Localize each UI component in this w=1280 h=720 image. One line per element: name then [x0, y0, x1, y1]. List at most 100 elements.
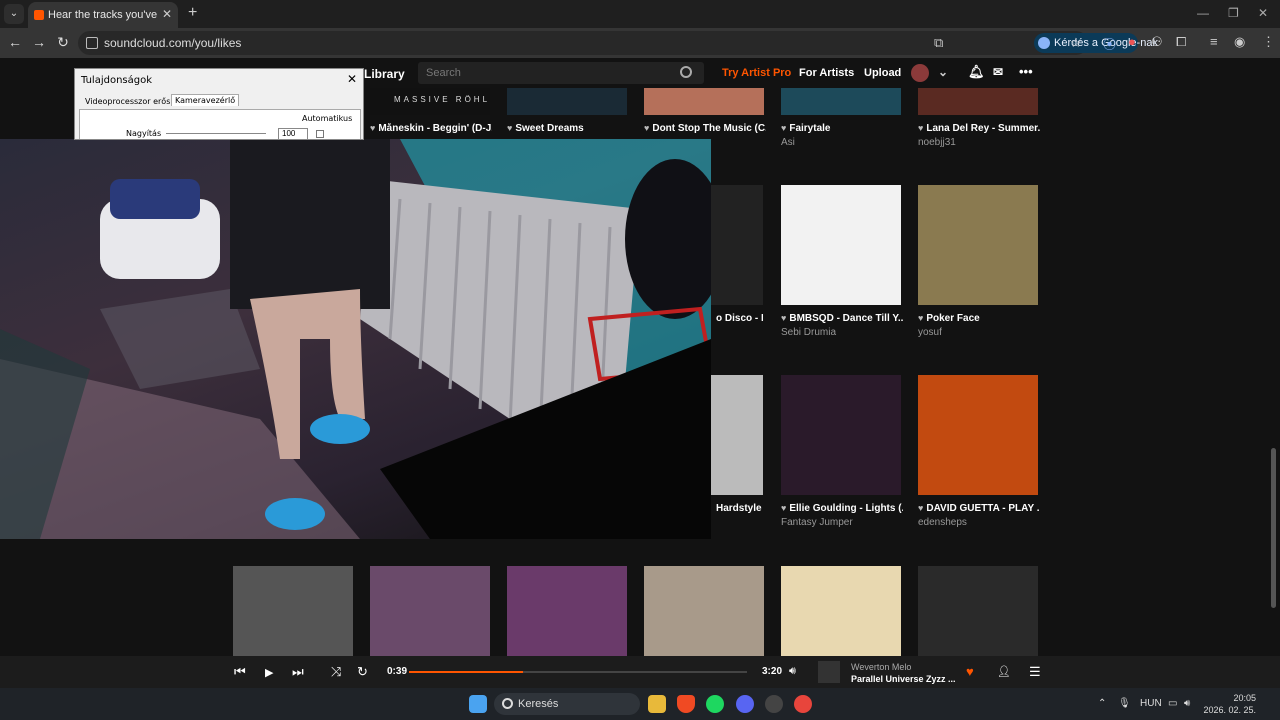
- track-title[interactable]: ♥ BMBSQD - Dance Till Y...: [781, 313, 903, 324]
- heart-icon[interactable]: ♥: [781, 123, 786, 133]
- follow-user-icon[interactable]: 👤︎: [997, 665, 1011, 678]
- microphone-icon[interactable]: 🎙︎: [1118, 698, 1131, 709]
- extension-icon[interactable]: ●: [1128, 34, 1136, 49]
- player-artist[interactable]: Weverton Melo: [851, 662, 911, 672]
- track-artist[interactable]: Fantasy Jumper: [781, 517, 853, 528]
- track-title[interactable]: ♥ Poker Face: [918, 313, 1040, 324]
- track-artwork[interactable]: [918, 88, 1038, 115]
- next-icon[interactable]: ⏭: [292, 664, 304, 680]
- track-artwork[interactable]: [233, 566, 353, 656]
- track-title[interactable]: Hardstyle: [713, 503, 763, 514]
- track-title[interactable]: ♥ Måneskin - Beggin' (D-J...: [370, 123, 492, 134]
- search-icon[interactable]: [680, 66, 692, 78]
- obs-icon[interactable]: [765, 695, 783, 713]
- track-artwork[interactable]: [711, 185, 763, 305]
- track-title[interactable]: ♥ DAVID GUETTA - PLAY ...: [918, 503, 1040, 514]
- heart-icon[interactable]: ♥: [918, 123, 923, 133]
- like-heart-icon[interactable]: ♥: [966, 664, 974, 679]
- track-title[interactable]: ♥ Ellie Goulding - Lights (...: [781, 503, 903, 514]
- track-artwork[interactable]: [781, 185, 901, 305]
- track-artwork[interactable]: [918, 566, 1038, 656]
- browser-tab[interactable]: Hear the tracks you've liked: on ✕: [28, 2, 178, 28]
- nav-library[interactable]: Library: [364, 67, 405, 81]
- track-artist[interactable]: edensheps: [918, 517, 967, 528]
- track-title[interactable]: ♥ Fairytale: [781, 123, 903, 134]
- shuffle-icon[interactable]: ⤨: [331, 664, 341, 680]
- track-artwork[interactable]: [507, 566, 627, 656]
- search-input[interactable]: [418, 62, 704, 84]
- for-artists-link[interactable]: For Artists: [799, 67, 854, 79]
- avatar[interactable]: [911, 64, 929, 82]
- tab-search-icon[interactable]: ⌄: [4, 4, 24, 24]
- notifications-bell-icon[interactable]: 🔔︎: [968, 64, 985, 80]
- url-text[interactable]: soundcloud.com/you/likes: [104, 36, 241, 50]
- close-icon[interactable]: ✕: [162, 7, 172, 21]
- zoom-slider[interactable]: [166, 133, 266, 134]
- queue-icon[interactable]: ☰: [1029, 664, 1041, 680]
- upload-link[interactable]: Upload: [864, 67, 901, 79]
- reload-icon[interactable]: ↻: [54, 34, 72, 51]
- track-title[interactable]: ♥ Dont Stop The Music (C...: [644, 123, 766, 134]
- track-artwork[interactable]: [644, 566, 764, 656]
- track-artwork[interactable]: [507, 88, 627, 115]
- try-artist-pro-link[interactable]: Try Artist Pro: [722, 67, 791, 79]
- repeat-icon[interactable]: ↻: [357, 664, 368, 680]
- install-app-icon[interactable]: ⧉: [934, 35, 943, 51]
- windows-start-icon[interactable]: [469, 695, 487, 713]
- profile-icon[interactable]: ◉: [1234, 34, 1245, 50]
- track-artist[interactable]: yosuf: [918, 327, 942, 338]
- heart-icon[interactable]: ♥: [370, 123, 375, 133]
- new-tab-icon[interactable]: +: [188, 4, 197, 22]
- track-artwork[interactable]: [370, 566, 490, 656]
- player-track[interactable]: Parallel Universe Zyzz ...: [851, 674, 956, 684]
- heart-icon[interactable]: ♥: [918, 313, 923, 323]
- extensions-puzzle-icon[interactable]: ⧠: [1176, 34, 1186, 50]
- heart-icon[interactable]: ♥: [918, 503, 923, 513]
- track-artwork[interactable]: [781, 88, 901, 115]
- heart-icon[interactable]: ♥: [781, 503, 786, 513]
- track-artwork[interactable]: [711, 375, 763, 495]
- extension-icon[interactable]: ⦿: [1103, 34, 1116, 53]
- clock[interactable]: 20:05 2026. 02. 25.: [1200, 692, 1256, 716]
- messages-mail-icon[interactable]: ✉: [993, 65, 1003, 79]
- ask-google-button[interactable]: Kérdés a Google-nak: [1034, 33, 1158, 53]
- spotify-icon[interactable]: [706, 695, 724, 713]
- site-info-icon[interactable]: [86, 37, 98, 49]
- track-artwork[interactable]: [818, 661, 840, 683]
- window-close-icon[interactable]: ✕: [1258, 6, 1268, 20]
- tab-camera-control[interactable]: Kameravezérlő: [171, 94, 240, 106]
- forward-icon[interactable]: →: [30, 34, 48, 50]
- track-artist[interactable]: noebjj31: [918, 137, 956, 148]
- scrollbar[interactable]: [1270, 88, 1278, 656]
- minimize-icon[interactable]: —: [1197, 6, 1209, 20]
- tray-chevron-icon[interactable]: ⌃: [1098, 698, 1106, 709]
- omnibox[interactable]: soundcloud.com/you/likes ⧉ Kérdés a Goog…: [78, 31, 1158, 55]
- auto-checkbox[interactable]: [316, 130, 324, 138]
- maximize-icon[interactable]: ❐: [1228, 6, 1239, 20]
- track-artwork[interactable]: [781, 375, 901, 495]
- heart-icon[interactable]: ♥: [507, 123, 512, 133]
- progress-bar[interactable]: [409, 671, 747, 673]
- taskbar-search[interactable]: Keresés: [494, 693, 640, 715]
- menu-dots-icon[interactable]: ⋮: [1262, 34, 1275, 50]
- discord-icon[interactable]: [736, 695, 754, 713]
- language-indicator[interactable]: HUN: [1140, 698, 1162, 709]
- previous-icon[interactable]: ⏮: [234, 664, 246, 680]
- file-explorer-icon[interactable]: [648, 695, 666, 713]
- bookmark-star-icon[interactable]: ☆: [1070, 35, 1082, 51]
- track-artwork[interactable]: [644, 88, 764, 115]
- track-title[interactable]: ♥ Sweet Dreams: [507, 123, 629, 134]
- zoom-value-field[interactable]: 100: [278, 128, 308, 139]
- track-artwork[interactable]: [781, 566, 901, 656]
- track-artwork[interactable]: [918, 185, 1038, 305]
- brave-icon[interactable]: [677, 695, 695, 713]
- track-artist[interactable]: Sebi Drumia: [781, 327, 836, 338]
- heart-icon[interactable]: ♥: [644, 123, 649, 133]
- track-title[interactable]: ♥ Lana Del Rey - Summer...: [918, 123, 1040, 134]
- network-icon[interactable]: ▭: [1168, 698, 1177, 709]
- more-dots-icon[interactable]: •••: [1019, 64, 1033, 79]
- track-title[interactable]: o Disco - H...: [713, 313, 763, 324]
- chevron-down-icon[interactable]: ⌄: [938, 65, 948, 79]
- volume-icon[interactable]: 🔊︎: [789, 665, 796, 678]
- back-icon[interactable]: ←: [6, 34, 24, 50]
